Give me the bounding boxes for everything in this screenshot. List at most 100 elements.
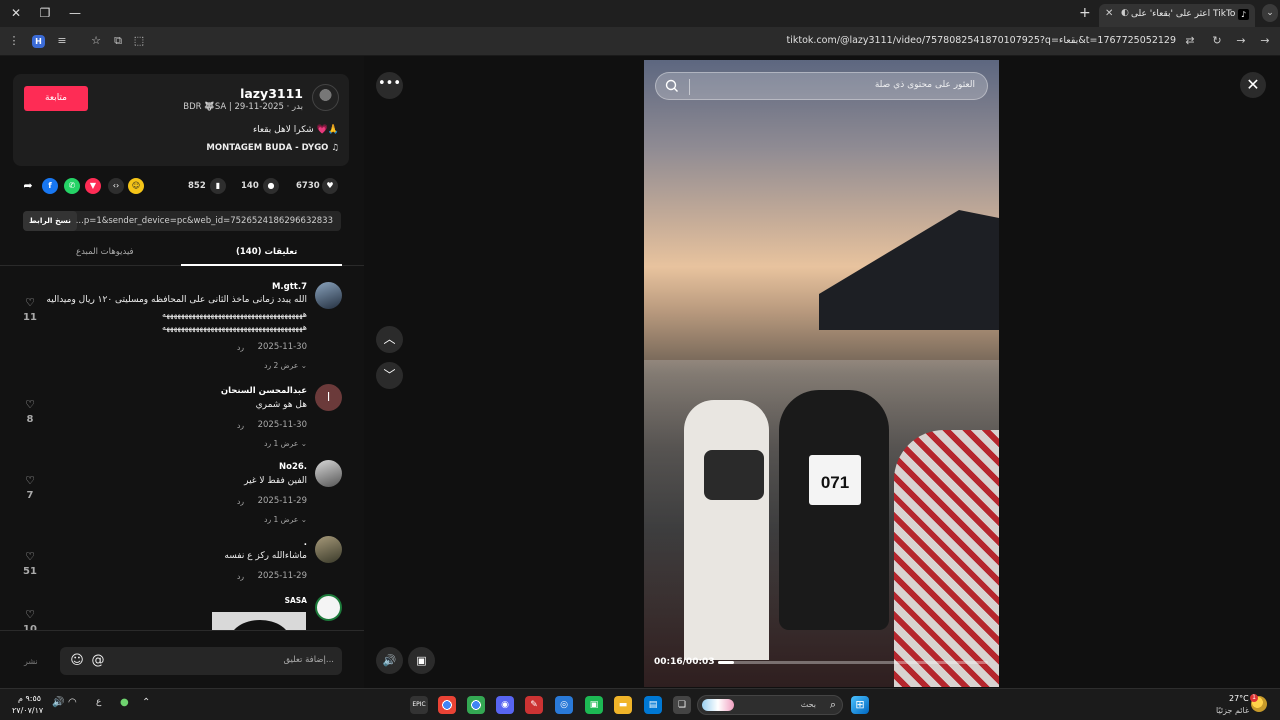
video-progress-bar[interactable] — [718, 661, 988, 664]
share-link-text[interactable]: ...p=1&sender_device=pc&web_id=752652418… — [76, 216, 333, 226]
app-icon[interactable]: ✎ — [525, 696, 543, 714]
saves-count: 852 — [188, 181, 206, 191]
commenter-avatar[interactable] — [315, 460, 342, 487]
mention-icon[interactable]: @ — [89, 652, 107, 670]
screenshot-icon[interactable]: ⬚ — [131, 33, 147, 49]
forward-arrow-icon[interactable]: → — [1233, 33, 1249, 49]
comment-bubble-icon[interactable]: ● — [263, 178, 279, 194]
chrome-profile-icon[interactable] — [467, 696, 485, 714]
follow-button[interactable]: متابعة — [24, 86, 88, 111]
search-divider — [689, 79, 690, 95]
close-video-button[interactable]: ✕ — [1240, 72, 1266, 98]
reading-list-icon[interactable]: ≡ — [54, 33, 70, 49]
music-link[interactable]: MONTAGEM BUDA - DYGO ♫ — [206, 143, 339, 153]
bookmark-star-icon[interactable]: ☆ — [88, 33, 104, 49]
windows-start-icon[interactable]: ⊞ — [851, 696, 869, 714]
commenter-name[interactable]: . — [304, 538, 307, 548]
clock-time[interactable]: ٩:٥٥ م — [18, 694, 41, 703]
next-video-button[interactable]: ﹀ — [376, 362, 403, 389]
epic-games-icon[interactable]: EPIC — [410, 696, 428, 714]
tab-audio-icon[interactable]: ◐ — [1121, 8, 1129, 18]
copy-link-button[interactable]: نسخ الرابط — [23, 211, 77, 231]
store-icon[interactable]: ▤ — [644, 696, 662, 714]
omnibox[interactable]: tiktok.com/@lazy3111/video/7578082541870… — [155, 30, 1200, 53]
tray-overflow-icon[interactable]: ⌃ — [142, 697, 150, 708]
chat-app-icon[interactable]: ▣ — [585, 696, 603, 714]
microphone-icon[interactable]: ● — [120, 697, 129, 708]
discord-icon[interactable]: ◉ — [496, 696, 514, 714]
commenter-avatar[interactable] — [315, 536, 342, 563]
comment-input[interactable]: ☺ @ إضافة تعليق... — [60, 647, 342, 675]
comment-heart-icon[interactable]: ♡ — [22, 550, 38, 563]
file-explorer-icon[interactable]: ▬ — [614, 696, 632, 714]
commenter-name[interactable]: عبدالمحسن السنحان — [221, 386, 307, 396]
comment-heart-icon[interactable]: ♡ — [22, 474, 38, 487]
reload-icon[interactable]: ↻ — [1209, 33, 1225, 49]
emoji-icon[interactable]: ☺ — [68, 652, 86, 670]
site-settings-icon[interactable]: ⇄ — [1182, 33, 1198, 49]
view-replies-button[interactable]: عرض 1 رد ⌄ — [264, 515, 307, 524]
commenter-name[interactable]: SASA — [285, 596, 307, 605]
reply-button[interactable]: رد — [237, 497, 244, 506]
tab-list-chevron-icon[interactable]: ⌄ — [1262, 4, 1278, 22]
commenter-avatar[interactable] — [315, 282, 342, 309]
weather-description[interactable]: غائم جزئيًا — [1216, 706, 1249, 715]
share-arrow-icon[interactable]: ➦ — [20, 178, 36, 194]
new-tab-button[interactable]: + — [1079, 5, 1091, 21]
comment-text: ماشاءالله ركز ع نفسه — [224, 551, 307, 561]
profile-icon[interactable]: H — [32, 35, 45, 48]
commenter-avatar[interactable] — [315, 594, 342, 621]
reply-button[interactable]: رد — [237, 343, 244, 352]
commenter-avatar[interactable]: ا — [315, 384, 342, 411]
taskbar-search[interactable]: بحث ⌕ — [697, 695, 843, 715]
previous-video-button[interactable]: ︿ — [376, 326, 403, 353]
more-options-button[interactable]: ••• — [376, 72, 403, 99]
input-language[interactable]: ع — [96, 697, 101, 707]
tab-close-icon[interactable]: ✕ — [1105, 8, 1113, 19]
video-player[interactable]: 071 العثور على محتوى ذي صلة 00:16/00:03 — [644, 60, 999, 687]
install-app-icon[interactable]: ⧉ — [110, 33, 126, 49]
menu-dots-icon[interactable]: ⋮ — [6, 33, 22, 49]
taskbar: ٩:٥٥ م ٢٧/٠٧/١٧ 🔊 ◠ ع ● ⌃ EPIC ◉ ✎ ◎ ▣ ▬… — [0, 688, 1280, 720]
embed-code-icon[interactable]: ‹› — [108, 178, 124, 194]
close-window-icon[interactable]: ✕ — [8, 5, 24, 21]
task-view-icon[interactable]: ❏ — [673, 696, 691, 714]
post-button[interactable]: نشر — [24, 657, 38, 666]
chrome-active-icon[interactable]: ◎ — [555, 696, 573, 714]
comments-count: 140 — [241, 181, 259, 191]
minimize-window-icon[interactable]: — — [67, 5, 83, 21]
comment-heart-icon[interactable]: ♡ — [22, 608, 38, 621]
view-replies-button[interactable]: عرض 2 رد ⌄ — [264, 361, 307, 370]
friends-share-icon[interactable]: ☺ — [128, 178, 144, 194]
tiktok-share-icon[interactable]: ▼ — [85, 178, 101, 194]
clock-date[interactable]: ٢٧/٠٧/١٧ — [12, 706, 43, 715]
comment-date: 2025-11-29 — [257, 571, 307, 581]
tab-creator-videos[interactable]: فيديوهات المبدع — [76, 247, 134, 257]
chrome-icon[interactable] — [438, 696, 456, 714]
whatsapp-icon[interactable]: ✆ — [64, 178, 80, 194]
heart-icon[interactable]: ♥ — [322, 178, 338, 194]
browser-tab[interactable]: ✕ ◐ اعثر على 'بقعاء' على TikTok ♪ — [1099, 4, 1255, 27]
back-arrow-icon[interactable]: → — [1257, 33, 1273, 49]
comment-heart-icon[interactable]: ♡ — [22, 398, 38, 411]
commenter-name[interactable]: No26. — [279, 462, 307, 472]
volume-tray-icon[interactable]: 🔊 — [52, 697, 64, 708]
volume-button[interactable]: 🔊 — [376, 647, 403, 674]
reply-button[interactable]: رد — [237, 421, 244, 430]
bookmark-icon[interactable]: ▮ — [210, 178, 226, 194]
author-username[interactable]: lazy3111 — [240, 86, 303, 101]
commenter-name[interactable]: M.gtt.7 — [272, 282, 307, 292]
author-avatar[interactable] — [312, 84, 339, 111]
view-replies-button[interactable]: عرض 1 رد ⌄ — [264, 439, 307, 448]
action-bar: ➦ f ✆ ▼ ‹› ☺ 852 ▮ 140 ● 6730 ♥ — [20, 176, 342, 198]
weather-temp[interactable]: 27°C — [1229, 694, 1249, 703]
maximize-window-icon[interactable]: ❐ — [37, 5, 53, 21]
tab-comments[interactable]: تعليقات (140) — [236, 247, 297, 257]
facebook-icon[interactable]: f — [42, 178, 58, 194]
related-search-bar[interactable]: العثور على محتوى ذي صلة — [655, 72, 988, 100]
comment-heart-icon[interactable]: ♡ — [22, 296, 38, 309]
screen: ✕ ❐ — + ✕ ◐ اعثر على 'بقعاء' على TikTok … — [0, 0, 1280, 720]
picture-in-picture-button[interactable]: ▣ — [408, 647, 435, 674]
reply-button[interactable]: رد — [237, 572, 244, 581]
wifi-icon[interactable]: ◠ — [68, 697, 77, 708]
